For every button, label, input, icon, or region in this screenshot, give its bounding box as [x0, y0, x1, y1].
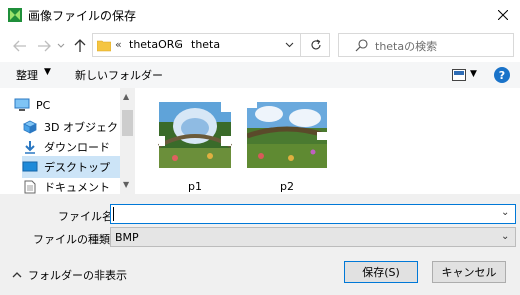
breadcrumb-item[interactable]: thetaORG: [129, 38, 183, 51]
refresh-button[interactable]: [300, 34, 330, 56]
close-button[interactable]: [486, 0, 520, 30]
image-thumbnail-icon: [246, 96, 328, 174]
navigation-bar: « thetaORG › theta thetaの検索: [0, 30, 520, 62]
sidebar-item-pc[interactable]: PC: [14, 94, 120, 116]
scroll-up-icon[interactable]: ▲: [123, 92, 129, 101]
sidebar-item-desktop[interactable]: デスクトップ: [22, 156, 120, 178]
chevron-down-icon: [57, 43, 65, 48]
view-dropdown-icon[interactable]: ▼: [470, 69, 477, 79]
file-name[interactable]: p2: [247, 180, 327, 193]
filename-field[interactable]: ⌄: [110, 204, 516, 224]
search-placeholder: thetaの検索: [375, 40, 438, 53]
address-bar[interactable]: « thetaORG › theta: [92, 33, 330, 57]
file-thumbnail[interactable]: [155, 96, 235, 174]
sidebar-item-downloads[interactable]: ダウンロード: [22, 136, 120, 158]
file-list: p1 p2: [135, 88, 520, 194]
breadcrumb-separator[interactable]: ›: [176, 38, 180, 51]
help-icon[interactable]: ?: [494, 67, 510, 83]
search-icon: [355, 39, 368, 52]
save-button[interactable]: 保存(S): [344, 261, 418, 283]
sidebar-item-label: ダウンロード: [44, 141, 110, 154]
filetype-value: BMP: [115, 231, 139, 244]
forward-button[interactable]: [36, 38, 52, 54]
window-title: 画像ファイルの保存: [28, 9, 137, 23]
title-bar: 画像ファイルの保存: [0, 0, 520, 30]
file-thumbnail[interactable]: [246, 96, 328, 174]
sidebar-item-label: PC: [36, 98, 51, 112]
organize-dropdown-icon[interactable]: ▼: [44, 67, 51, 77]
sidebar-item-label: デスクトップ: [44, 161, 110, 174]
image-thumbnail-icon: [155, 96, 235, 174]
new-folder-button[interactable]: 新しいフォルダー: [75, 67, 163, 83]
organize-button[interactable]: 整理: [16, 67, 38, 83]
filetype-select[interactable]: BMP ⌄: [110, 227, 516, 247]
3d-objects-icon: [22, 120, 38, 134]
refresh-icon: [311, 39, 321, 50]
hide-folders-button[interactable]: フォルダーの非表示: [12, 267, 127, 283]
documents-icon: [22, 180, 38, 194]
view-options-icon[interactable]: [452, 69, 466, 81]
desktop-icon: [22, 160, 38, 174]
back-arrow-icon: [13, 40, 26, 52]
sidebar-item-label: 3D オブジェクト: [44, 121, 129, 134]
app-icon: [8, 8, 22, 22]
up-button[interactable]: [72, 38, 88, 54]
pc-icon: [14, 98, 30, 112]
breadcrumb-item[interactable]: theta: [191, 38, 220, 51]
save-form: ファイル名(N): ⌄ ファイルの種類(T): BMP ⌄ フォルダーの非表示 …: [0, 194, 520, 295]
sidebar-item-label: ドキュメント: [44, 181, 110, 194]
close-icon: [498, 10, 508, 20]
address-dropdown-button[interactable]: [282, 38, 296, 52]
back-button[interactable]: [12, 38, 28, 54]
chevron-down-icon[interactable]: ⌄: [501, 231, 509, 242]
breadcrumb-overflow[interactable]: «: [115, 38, 122, 51]
scrollbar-thumb[interactable]: [122, 110, 133, 136]
sidebar-scrollbar[interactable]: ▲ ▼: [120, 88, 135, 194]
command-toolbar: 整理 ▼ 新しいフォルダー ▼ ?: [0, 62, 520, 88]
folder-icon: [97, 40, 111, 52]
up-arrow-icon: [74, 39, 86, 52]
text-cursor: [113, 207, 114, 221]
hide-folders-label: フォルダーの非表示: [28, 269, 127, 282]
download-icon: [22, 140, 38, 154]
forward-arrow-icon: [38, 40, 51, 52]
file-name[interactable]: p1: [155, 180, 235, 193]
search-input[interactable]: thetaの検索: [338, 33, 514, 57]
chevron-down-icon[interactable]: ⌄: [501, 207, 509, 218]
chevron-down-icon: [285, 42, 293, 48]
navigation-pane: PC 3D オブジェクト ダウンロード デスクトップ ドキュメント ▲ ▼: [0, 88, 135, 194]
cancel-button[interactable]: キャンセル: [432, 261, 506, 283]
chevron-up-icon: [12, 272, 22, 278]
sidebar-item-3d-objects[interactable]: 3D オブジェクト: [22, 116, 129, 138]
recent-locations-button[interactable]: [56, 38, 66, 54]
scroll-down-icon[interactable]: ▼: [123, 180, 129, 189]
